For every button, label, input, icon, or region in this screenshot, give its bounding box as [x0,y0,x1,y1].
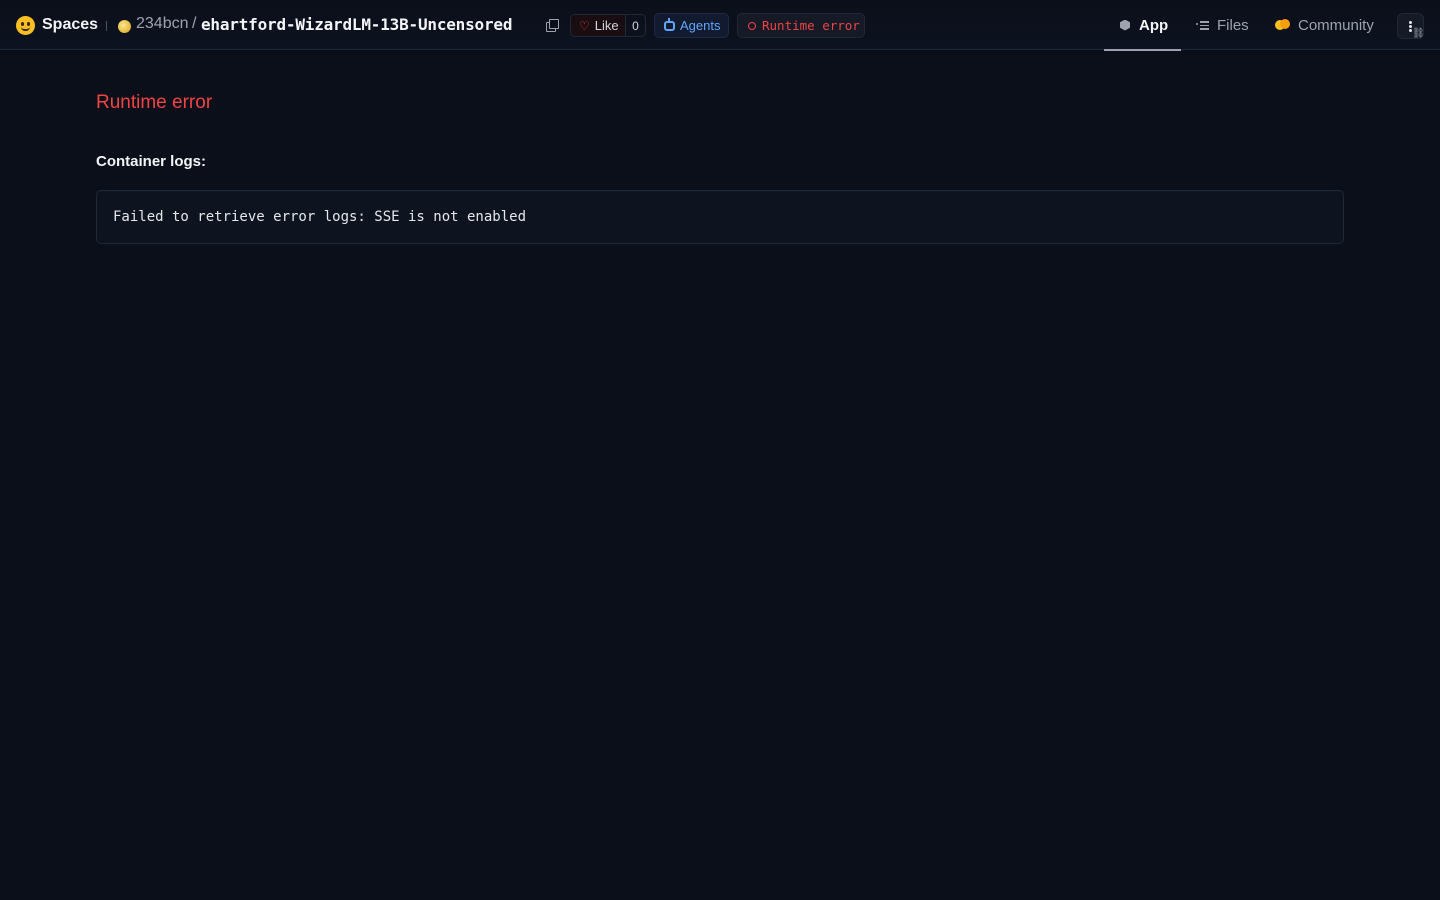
spaces-label: Spaces [42,16,99,33]
repo-name-link[interactable]: ehartford-WizardLM-13B-Uncensored [201,15,512,34]
copy-icon[interactable] [546,19,559,32]
log-output-box: Failed to retrieve error logs: SSE is no… [96,190,1344,244]
cube-icon [1120,19,1130,31]
status-dot-icon [748,21,756,30]
owner-avatar [118,20,131,33]
agents-button[interactable]: Agents [654,13,729,38]
top-navigation-bar: Spaces 234bcn / ehartford-WizardLM-13B-U… [0,0,1440,51]
tab-community[interactable]: Community [1261,0,1391,50]
status-badge[interactable]: Runtime error [737,13,865,38]
status-label: Runtime error [762,18,860,33]
heart-icon: ♡ [579,18,590,33]
tab-files[interactable]: Files [1181,0,1261,50]
tab-app-label: App [1139,16,1169,34]
link-icon: ⛓ [1412,28,1425,39]
like-label: Like [594,18,619,33]
like-count[interactable]: 0 [626,15,645,36]
error-title: Runtime error [96,92,213,113]
community-icon [1275,19,1290,31]
tab-community-label: Community [1298,16,1374,34]
hugging-face-logo-icon [16,15,35,35]
log-text: Failed to retrieve error logs: SSE is no… [113,209,527,225]
agents-label: Agents [680,18,721,33]
files-icon [1196,20,1209,30]
divider [106,21,107,31]
like-button[interactable]: ♡ Like [571,15,626,36]
tab-files-label: Files [1217,16,1249,34]
spaces-home-link[interactable]: Spaces [16,14,98,36]
container-logs-label: Container logs: [96,153,207,170]
path-separator: / [192,15,197,32]
like-group: ♡ Like 0 [570,14,646,37]
robot-icon [664,17,675,31]
owner-link[interactable]: 234bcn [136,15,189,33]
tab-app[interactable]: App [1104,0,1181,51]
